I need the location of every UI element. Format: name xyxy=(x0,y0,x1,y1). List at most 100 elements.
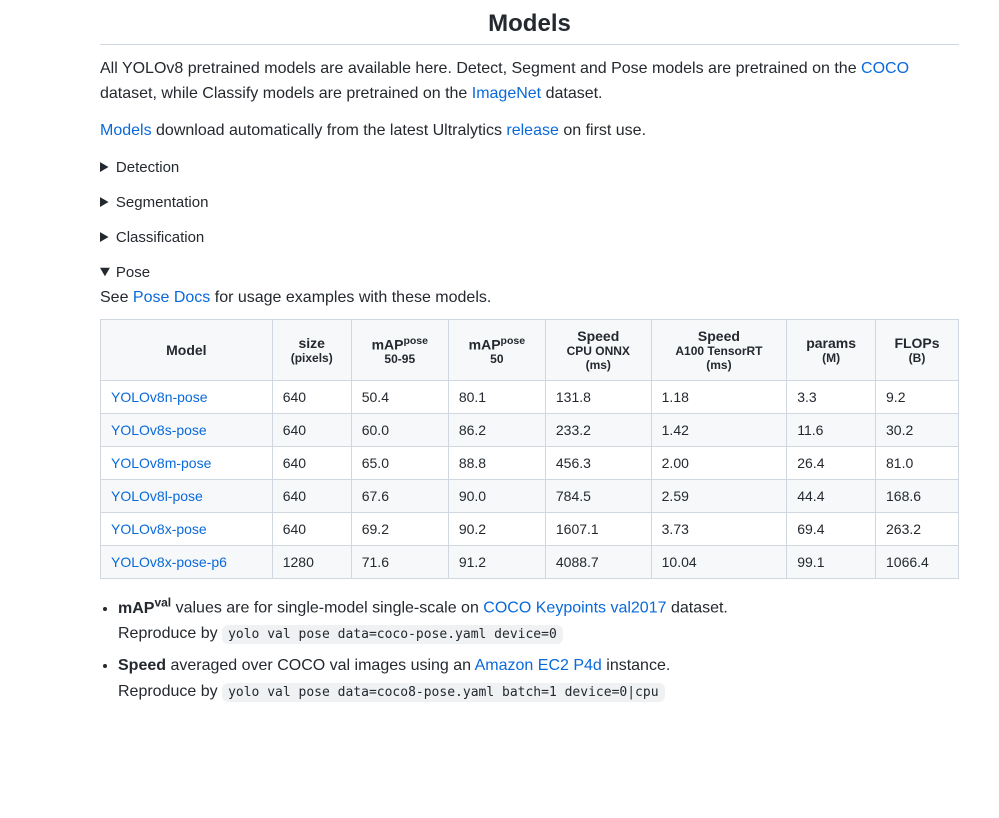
reproduce-label: Reproduce by xyxy=(118,683,222,700)
cell-speed-a100: 10.04 xyxy=(651,546,787,579)
cell-flops: 9.2 xyxy=(876,381,959,414)
cell-map1: 50.4 xyxy=(351,381,448,414)
th-map2-sub: 50 xyxy=(459,352,535,366)
pose-models-table: Model size (pixels) mAPpose 50-95 mAPpos… xyxy=(100,319,959,579)
segmentation-section[interactable]: Segmentation xyxy=(100,190,959,215)
th-map2-label: mAP xyxy=(469,336,501,352)
cell-params: 44.4 xyxy=(787,480,876,513)
note-map: mAPval values are for single-model singl… xyxy=(118,593,959,647)
model-link[interactable]: YOLOv8n-pose xyxy=(111,389,208,405)
cell-flops: 30.2 xyxy=(876,414,959,447)
detection-summary[interactable]: Detection xyxy=(100,155,959,180)
reproduce-code-speed: yolo val pose data=coco8-pose.yaml batch… xyxy=(222,683,664,702)
model-link[interactable]: YOLOv8l-pose xyxy=(111,488,203,504)
th-map1-sub: 50-95 xyxy=(362,352,438,366)
cell-map1: 71.6 xyxy=(351,546,448,579)
classification-section[interactable]: Classification xyxy=(100,225,959,250)
cell-flops: 1066.4 xyxy=(876,546,959,579)
cell-size: 1280 xyxy=(272,546,351,579)
note-speed: Speed averaged over COCO val images usin… xyxy=(118,653,959,704)
cell-speed-cpu: 456.3 xyxy=(545,447,651,480)
release-link[interactable]: release xyxy=(506,122,558,139)
cell-map2: 91.2 xyxy=(448,546,545,579)
th-speed2-label: Speed xyxy=(698,328,740,344)
cell-size: 640 xyxy=(272,381,351,414)
cell-map2: 80.1 xyxy=(448,381,545,414)
th-speed2-sub1: A100 TensorRT xyxy=(662,344,777,358)
th-map2-sup: pose xyxy=(501,335,526,347)
intro-text: All YOLOv8 pretrained models are availab… xyxy=(100,60,861,77)
cell-size: 640 xyxy=(272,480,351,513)
th-speed1-label: Speed xyxy=(577,328,619,344)
coco-link[interactable]: COCO xyxy=(861,60,909,77)
cell-params: 69.4 xyxy=(787,513,876,546)
cell-speed-a100: 2.59 xyxy=(651,480,787,513)
cell-map2: 90.2 xyxy=(448,513,545,546)
pose-description: See Pose Docs for usage examples with th… xyxy=(100,289,959,307)
cell-params: 11.6 xyxy=(787,414,876,447)
th-speed1-sub1: CPU ONNX xyxy=(556,344,641,358)
pose-docs-link[interactable]: Pose Docs xyxy=(133,289,210,306)
cell-params: 3.3 xyxy=(787,381,876,414)
reproduce-code-map: yolo val pose data=coco-pose.yaml device… xyxy=(222,625,563,644)
table-row: YOLOv8s-pose64060.086.2233.21.4211.630.2 xyxy=(101,414,959,447)
cell-flops: 263.2 xyxy=(876,513,959,546)
model-link[interactable]: YOLOv8x-pose xyxy=(111,521,207,537)
table-row: YOLOv8l-pose64067.690.0784.52.5944.4168.… xyxy=(101,480,959,513)
note-map-sup: val xyxy=(154,595,171,609)
cell-speed-a100: 2.00 xyxy=(651,447,787,480)
cell-size: 640 xyxy=(272,513,351,546)
detection-section[interactable]: Detection xyxy=(100,155,959,180)
th-speed2-sub2: (ms) xyxy=(662,358,777,372)
intro-text: dataset, while Classify models are pretr… xyxy=(100,85,472,102)
download-text: download automatically from the latest U… xyxy=(152,122,507,139)
pose-section[interactable]: Pose See Pose Docs for usage examples wi… xyxy=(100,260,959,704)
model-link[interactable]: YOLOv8x-pose-p6 xyxy=(111,554,227,570)
th-map-50: mAPpose 50 xyxy=(448,320,545,381)
cell-map2: 90.0 xyxy=(448,480,545,513)
cell-flops: 81.0 xyxy=(876,447,959,480)
segmentation-summary[interactable]: Segmentation xyxy=(100,190,959,215)
cell-speed-a100: 3.73 xyxy=(651,513,787,546)
th-size: size (pixels) xyxy=(272,320,351,381)
classification-summary[interactable]: Classification xyxy=(100,225,959,250)
th-size-sub: (pixels) xyxy=(283,351,341,365)
download-text: on first use. xyxy=(559,122,646,139)
note-speed-text2: instance. xyxy=(602,657,670,674)
cell-flops: 168.6 xyxy=(876,480,959,513)
pose-summary[interactable]: Pose xyxy=(100,260,959,285)
cell-map1: 69.2 xyxy=(351,513,448,546)
cell-params: 99.1 xyxy=(787,546,876,579)
th-flops-sub: (B) xyxy=(886,351,948,365)
th-map1-sup: pose xyxy=(403,335,428,347)
th-size-label: size xyxy=(298,335,324,351)
cell-map1: 60.0 xyxy=(351,414,448,447)
pose-desc-text: for usage examples with these models. xyxy=(210,289,491,306)
th-speed-cpu: Speed CPU ONNX (ms) xyxy=(545,320,651,381)
th-flops: FLOPs (B) xyxy=(876,320,959,381)
model-link[interactable]: YOLOv8m-pose xyxy=(111,455,211,471)
cell-speed-cpu: 784.5 xyxy=(545,480,651,513)
reproduce-label: Reproduce by xyxy=(118,625,222,642)
table-header-row: Model size (pixels) mAPpose 50-95 mAPpos… xyxy=(101,320,959,381)
th-map-50-95: mAPpose 50-95 xyxy=(351,320,448,381)
cell-map2: 86.2 xyxy=(448,414,545,447)
table-row: YOLOv8x-pose-p6 128071.691.24088.710.0499… xyxy=(101,546,959,579)
models-link[interactable]: Models xyxy=(100,122,152,139)
th-model: Model xyxy=(101,320,273,381)
imagenet-link[interactable]: ImageNet xyxy=(472,85,541,102)
pose-desc-text: See xyxy=(100,289,133,306)
cell-params: 26.4 xyxy=(787,447,876,480)
cell-map2: 88.8 xyxy=(448,447,545,480)
cell-size: 640 xyxy=(272,447,351,480)
cell-speed-cpu: 233.2 xyxy=(545,414,651,447)
ec2-p4d-link[interactable]: Amazon EC2 P4d xyxy=(475,657,602,674)
note-map-text2: dataset. xyxy=(667,600,728,617)
th-params-sub: (M) xyxy=(797,351,865,365)
coco-keypoints-link[interactable]: COCO Keypoints val2017 xyxy=(483,600,666,617)
cell-speed-cpu: 4088.7 xyxy=(545,546,651,579)
th-flops-label: FLOPs xyxy=(894,335,939,351)
download-paragraph: Models download automatically from the l… xyxy=(100,119,959,144)
th-speed-a100: Speed A100 TensorRT (ms) xyxy=(651,320,787,381)
model-link[interactable]: YOLOv8s-pose xyxy=(111,422,207,438)
